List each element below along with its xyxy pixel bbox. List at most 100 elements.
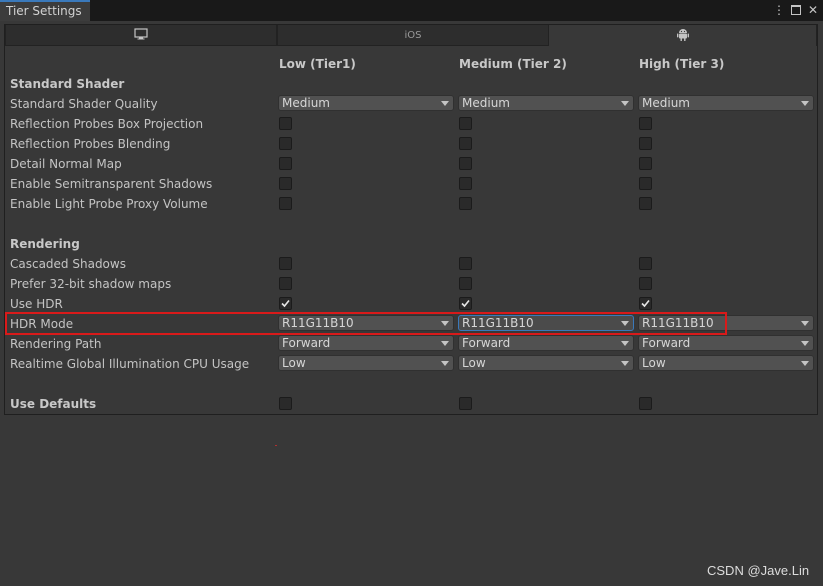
prefer-32bit-shadow-maps-low-checkbox[interactable] (279, 277, 292, 290)
reflection-probes-box-projection-high-checkbox[interactable] (639, 117, 652, 130)
cascaded-shadows-low-checkbox[interactable] (279, 257, 292, 270)
checkmark-icon (281, 299, 290, 308)
platform-tabs: iOS (5, 25, 817, 47)
standard-shader-quality-high-dropdown[interactable]: Medium (638, 95, 814, 111)
rendering-path-high-dropdown[interactable]: Forward (638, 335, 814, 351)
dropdown-value: Forward (462, 336, 511, 350)
use-defaults-low-checkbox[interactable] (279, 397, 292, 410)
close-icon[interactable]: ✕ (806, 2, 820, 18)
vertical-ellipsis-icon[interactable]: ⋮ (772, 2, 786, 18)
tab-ios[interactable]: iOS (277, 25, 549, 46)
realtime-gi-cpu-usage-high-dropdown[interactable]: Low (638, 355, 814, 371)
column-header-high: High (Tier 3) (639, 57, 725, 71)
label-detail-normal-map: Detail Normal Map (10, 157, 122, 171)
dropdown-arrow-icon (621, 101, 629, 106)
rendering-path-low-dropdown[interactable]: Forward (278, 335, 454, 351)
use-hdr-high-checkbox[interactable] (639, 297, 652, 310)
column-header-medium: Medium (Tier 2) (459, 57, 567, 71)
reflection-probes-blending-medium-checkbox[interactable] (459, 137, 472, 150)
dropdown-value: Forward (282, 336, 331, 350)
dropdown-value: Low (282, 356, 306, 370)
enable-light-probe-proxy-volume-low-checkbox[interactable] (279, 197, 292, 210)
tab-ios-label: iOS (404, 29, 422, 41)
dropdown-arrow-icon (621, 361, 629, 366)
enable-light-probe-proxy-volume-medium-checkbox[interactable] (459, 197, 472, 210)
use-hdr-medium-checkbox[interactable] (459, 297, 472, 310)
dropdown-value: R11G11B10 (282, 316, 354, 330)
dropdown-arrow-icon (801, 101, 809, 106)
section-rendering: Rendering (10, 237, 80, 251)
annotation-dot (275, 445, 277, 446)
detail-normal-map-low-checkbox[interactable] (279, 157, 292, 170)
standard-shader-quality-low-dropdown[interactable]: Medium (278, 95, 454, 111)
enable-semitransparent-shadows-high-checkbox[interactable] (639, 177, 652, 190)
watermark: CSDN @Jave.Lin (707, 563, 810, 578)
dropdown-arrow-icon (441, 101, 449, 106)
use-hdr-low-checkbox[interactable] (279, 297, 292, 310)
maximize-icon[interactable] (789, 2, 803, 18)
android-icon (676, 28, 689, 44)
dropdown-arrow-icon (801, 341, 809, 346)
tab-android[interactable] (548, 25, 817, 46)
dropdown-value: Low (462, 356, 486, 370)
hdr-mode-high-dropdown[interactable]: R11G11B10 (638, 315, 814, 331)
use-defaults-high-checkbox[interactable] (639, 397, 652, 410)
rendering-path-medium-dropdown[interactable]: Forward (458, 335, 634, 351)
tab-standalone[interactable] (5, 25, 277, 46)
enable-light-probe-proxy-volume-high-checkbox[interactable] (639, 197, 652, 210)
realtime-gi-cpu-usage-low-dropdown[interactable]: Low (278, 355, 454, 371)
checkmark-icon (641, 299, 650, 308)
label-reflection-probes-box-projection: Reflection Probes Box Projection (10, 117, 204, 131)
label-enable-semitransparent-shadows: Enable Semitransparent Shadows (10, 177, 213, 191)
window-titlebar: Tier Settings ⋮ ✕ (0, 0, 823, 21)
reflection-probes-box-projection-low-checkbox[interactable] (279, 117, 292, 130)
label-standard-shader-quality: Standard Shader Quality (10, 97, 158, 111)
label-realtime-gi-cpu-usage: Realtime Global Illumination CPU Usage (10, 357, 250, 371)
dropdown-value: R11G11B10 (642, 316, 714, 330)
dropdown-arrow-icon (801, 321, 809, 326)
dropdown-arrow-icon (441, 341, 449, 346)
cascaded-shadows-medium-checkbox[interactable] (459, 257, 472, 270)
label-hdr-mode: HDR Mode (10, 317, 74, 331)
dropdown-value: Low (642, 356, 666, 370)
prefer-32bit-shadow-maps-high-checkbox[interactable] (639, 277, 652, 290)
reflection-probes-blending-low-checkbox[interactable] (279, 137, 292, 150)
dropdown-value: R11G11B10 (462, 316, 534, 330)
use-defaults-medium-checkbox[interactable] (459, 397, 472, 410)
section-standard-shader: Standard Shader (10, 77, 125, 91)
dropdown-value: Medium (642, 96, 690, 110)
tier-settings-panel: iOS Low (Tier1) Medium (Tier 2) High (Ti… (4, 24, 818, 415)
detail-normal-map-medium-checkbox[interactable] (459, 157, 472, 170)
dropdown-arrow-icon (801, 361, 809, 366)
dropdown-arrow-icon (621, 341, 629, 346)
enable-semitransparent-shadows-low-checkbox[interactable] (279, 177, 292, 190)
dropdown-arrow-icon (441, 321, 449, 326)
label-cascaded-shadows: Cascaded Shadows (10, 257, 126, 271)
checkmark-icon (461, 299, 470, 308)
column-header-low: Low (Tier1) (279, 57, 356, 71)
dropdown-arrow-icon (621, 321, 629, 326)
hdr-mode-low-dropdown[interactable]: R11G11B10 (278, 315, 454, 331)
realtime-gi-cpu-usage-medium-dropdown[interactable]: Low (458, 355, 634, 371)
window-title: Tier Settings (6, 4, 82, 18)
standard-shader-quality-medium-dropdown[interactable]: Medium (458, 95, 634, 111)
cascaded-shadows-high-checkbox[interactable] (639, 257, 652, 270)
label-use-hdr: Use HDR (10, 297, 63, 311)
prefer-32bit-shadow-maps-medium-checkbox[interactable] (459, 277, 472, 290)
label-use-defaults: Use Defaults (10, 397, 97, 411)
hdr-mode-medium-dropdown[interactable]: R11G11B10 (458, 315, 634, 331)
label-reflection-probes-blending: Reflection Probes Blending (10, 137, 171, 151)
label-enable-light-probe-proxy-volume: Enable Light Probe Proxy Volume (10, 197, 208, 211)
label-rendering-path: Rendering Path (10, 337, 102, 351)
dropdown-value: Medium (282, 96, 330, 110)
detail-normal-map-high-checkbox[interactable] (639, 157, 652, 170)
dropdown-arrow-icon (441, 361, 449, 366)
enable-semitransparent-shadows-medium-checkbox[interactable] (459, 177, 472, 190)
label-prefer-32bit-shadow-maps: Prefer 32-bit shadow maps (10, 277, 172, 291)
monitor-icon (134, 27, 148, 43)
window-tab-tier-settings[interactable]: Tier Settings (0, 0, 90, 21)
dropdown-value: Medium (462, 96, 510, 110)
dropdown-value: Forward (642, 336, 691, 350)
reflection-probes-blending-high-checkbox[interactable] (639, 137, 652, 150)
reflection-probes-box-projection-medium-checkbox[interactable] (459, 117, 472, 130)
